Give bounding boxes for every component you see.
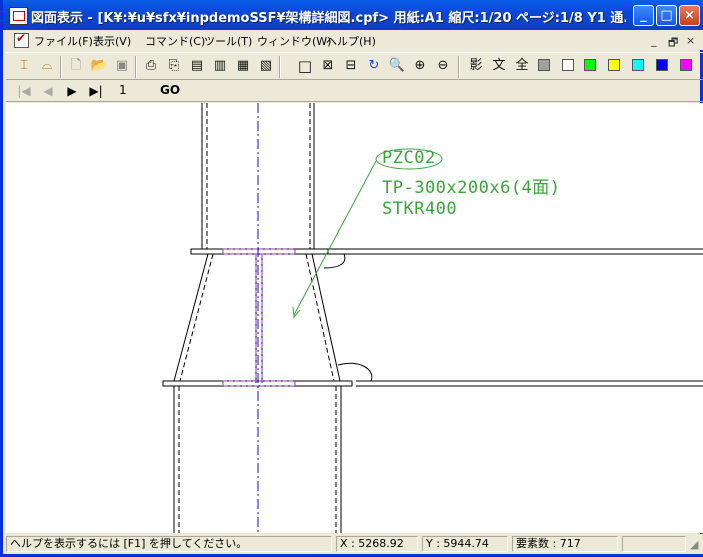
- shadow-toggle[interactable]: 影: [466, 56, 486, 76]
- title-bar[interactable]: 図面表示 - [K¥:¥u¥sfx¥inpdemoSSF¥架構詳細図.cpf> …: [3, 0, 703, 30]
- toolbar-separator: [279, 56, 281, 78]
- zoom-out-icon[interactable]: ⊖: [433, 56, 453, 76]
- print-icon[interactable]: ⎙: [141, 56, 161, 76]
- menu-tool[interactable]: ツール(T): [204, 33, 252, 49]
- color-yellow-button[interactable]: [608, 59, 620, 71]
- color-green-button[interactable]: [584, 59, 596, 71]
- resize-grip-icon[interactable]: ◢: [690, 538, 698, 551]
- maximize-button[interactable]: □: [656, 5, 677, 26]
- upper-weld-mark: [323, 253, 346, 269]
- new-file-icon[interactable]: 🗋: [66, 56, 86, 76]
- menu-bar: ファイル(F) 表示(V) コマンド(C) ツール(T) ウィンドウ(W) ヘル…: [6, 30, 703, 50]
- lower-plate-accent: [222, 380, 296, 387]
- zoom-window-icon[interactable]: 🔍: [387, 56, 407, 76]
- mdi-close-button[interactable]: ×: [686, 34, 695, 47]
- leader-line: [293, 160, 377, 316]
- taper-right-inner-edge: [305, 253, 335, 382]
- pan-icon[interactable]: ⊟: [341, 56, 361, 76]
- status-element-count: 要素数 : 717: [512, 536, 618, 552]
- print-all-icon[interactable]: ▧: [256, 56, 276, 76]
- color-magenta-button[interactable]: [680, 59, 692, 71]
- toolbar-separator: [60, 56, 62, 78]
- status-help-text: ヘルプを表示するには [F1] を押してください。: [6, 536, 332, 552]
- go-button[interactable]: GO: [155, 82, 185, 99]
- window-title: 図面表示 - [K¥:¥u¥sfx¥inpdemoSSF¥架構詳細図.cpf> …: [31, 11, 626, 26]
- upper-plate-accent: [222, 248, 296, 255]
- gauge-icon[interactable]: ⌓: [37, 56, 57, 76]
- next-page-button[interactable]: ▶: [62, 82, 82, 100]
- save-icon[interactable]: ▣: [112, 56, 132, 76]
- section-label: TP-300x200x6(4面): [382, 178, 561, 198]
- drawing-svg: [162, 103, 703, 533]
- color-gray-button[interactable]: [538, 59, 550, 71]
- fit-icon[interactable]: ⊠: [318, 56, 338, 76]
- print-pages-icon[interactable]: ▥: [210, 56, 230, 76]
- upper-base-plate: [190, 248, 329, 255]
- first-page-button[interactable]: |◀: [14, 82, 34, 100]
- color-blue-button[interactable]: [656, 59, 668, 71]
- page-navigation-bar: |◀ ◀ ▶ ▶| 1 GO: [6, 80, 703, 102]
- toolbar: ⌶ ⌓ 🗋 📂 ▣ ⎙ ⎘ ▤ ▥ ▦ ▧ □ ⊠ ⊟ ↻ 🔍 ⊕ ⊖ 影 文 …: [6, 52, 703, 80]
- close-button[interactable]: ×: [679, 5, 700, 26]
- member-name-label: PZC02: [382, 148, 436, 168]
- menu-help[interactable]: ヘルプ(H): [326, 33, 376, 49]
- previous-page-button[interactable]: ◀: [38, 82, 58, 100]
- last-page-button[interactable]: ▶|: [86, 82, 106, 100]
- frame-icon[interactable]: ⌶: [14, 56, 34, 76]
- open-folder-icon[interactable]: 📂: [89, 56, 109, 76]
- zoom-in-icon[interactable]: ⊕: [410, 56, 430, 76]
- menu-view[interactable]: 表示(V): [93, 33, 131, 49]
- document-icon[interactable]: [14, 31, 29, 48]
- lower-weld-mark: [337, 362, 373, 382]
- all-toggle[interactable]: 全: [512, 56, 532, 76]
- app-icon[interactable]: [9, 7, 28, 25]
- print-range-icon[interactable]: ▦: [233, 56, 253, 76]
- shadow-label: 影: [469, 58, 483, 73]
- redraw-icon[interactable]: ↻: [364, 56, 384, 76]
- text-label: 文: [492, 58, 506, 73]
- menu-file[interactable]: ファイル(F): [34, 33, 93, 49]
- page-number-input[interactable]: 1: [116, 82, 157, 99]
- status-x-coordinate: X : 5268.92: [336, 536, 418, 552]
- app-window: 図面表示 - [K¥:¥u¥sfx¥inpdemoSSF¥架構詳細図.cpf> …: [0, 0, 703, 557]
- text-toggle[interactable]: 文: [489, 56, 509, 76]
- taper-left-outer-edge: [173, 253, 209, 382]
- menu-window[interactable]: ウィンドウ(W): [257, 33, 331, 49]
- print-list-icon[interactable]: ▤: [187, 56, 207, 76]
- taper-left-inner-edge: [179, 253, 214, 382]
- drawing-canvas[interactable]: PZC02 TP-300x200x6(4面) STKR400: [6, 103, 703, 533]
- mdi-minimize-button[interactable]: _: [651, 34, 657, 47]
- status-bar: ヘルプを表示するには [F1] を押してください。 X : 5268.92 Y …: [6, 534, 703, 554]
- leader-arrowhead: [292, 306, 301, 319]
- status-y-coordinate: Y : 5944.74: [422, 536, 508, 552]
- toolbar-separator: [135, 56, 137, 78]
- toolbar-separator: [458, 56, 460, 78]
- all-label: 全: [515, 58, 529, 73]
- material-label: STKR400: [382, 199, 458, 219]
- status-empty-pane: [622, 536, 686, 552]
- print-preview-icon[interactable]: ⎘: [164, 56, 184, 76]
- window-icon[interactable]: □: [295, 56, 315, 76]
- color-white-button[interactable]: [562, 59, 574, 71]
- mdi-restore-button[interactable]: 🗗: [668, 34, 678, 53]
- minimize-button[interactable]: _: [633, 5, 654, 26]
- menu-command[interactable]: コマンド(C): [145, 33, 205, 49]
- color-cyan-button[interactable]: [632, 59, 644, 71]
